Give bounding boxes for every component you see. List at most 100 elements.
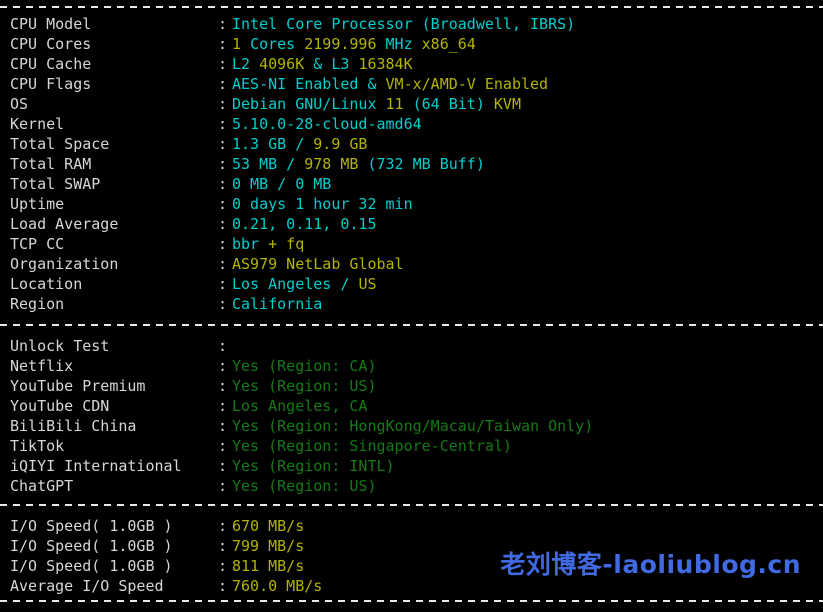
row-label: Total SWAP bbox=[0, 174, 218, 194]
separator-bottom bbox=[0, 600, 823, 602]
row-colon: : bbox=[218, 174, 232, 194]
row-value: Los Angeles, CA bbox=[232, 396, 367, 416]
row-colon: : bbox=[218, 74, 232, 94]
value-segment: VM-x/AMD-V Enabled bbox=[386, 75, 549, 93]
info-row: Netflix:Yes (Region: CA) bbox=[0, 356, 823, 376]
info-row: YouTube CDN:Los Angeles, CA bbox=[0, 396, 823, 416]
row-value: 53 MB / 978 MB (732 MB Buff) bbox=[232, 154, 485, 174]
row-colon: : bbox=[218, 576, 232, 596]
row-value: 1.3 GB / 9.9 GB bbox=[232, 134, 367, 154]
row-label: I/O Speed( 1.0GB ) bbox=[0, 556, 218, 576]
row-label: iQIYI International bbox=[0, 456, 218, 476]
value-segment: 53 MB / bbox=[232, 155, 304, 173]
value-segment: (732 MB Buff) bbox=[367, 155, 484, 173]
value-segment: Yes (Region: US) bbox=[232, 477, 377, 495]
row-colon: : bbox=[218, 336, 232, 356]
value-segment: 2199.996 bbox=[304, 35, 385, 53]
row-label: ChatGPT bbox=[0, 476, 218, 496]
row-value: Yes (Region: US) bbox=[232, 376, 377, 396]
row-value: 799 MB/s bbox=[232, 536, 304, 556]
value-segment: US bbox=[358, 275, 376, 293]
row-label: Unlock Test bbox=[0, 336, 218, 356]
value-segment: (64 Bit) bbox=[413, 95, 494, 113]
row-label: TCP CC bbox=[0, 234, 218, 254]
info-row: Organization:AS979 NetLab Global bbox=[0, 254, 823, 274]
info-row: Total RAM:53 MB / 978 MB (732 MB Buff) bbox=[0, 154, 823, 174]
info-row: Load Average:0.21, 0.11, 0.15 bbox=[0, 214, 823, 234]
info-row: CPU Cores:1 Cores 2199.996 MHz x86_64 bbox=[0, 34, 823, 54]
separator-unlock bbox=[0, 324, 823, 326]
row-label: Organization bbox=[0, 254, 218, 274]
row-value: Yes (Region: Singapore-Central) bbox=[232, 436, 512, 456]
row-value: bbr + fq bbox=[232, 234, 304, 254]
separator-line bbox=[0, 600, 823, 602]
info-row: ChatGPT:Yes (Region: US) bbox=[0, 476, 823, 496]
value-segment: 4096K bbox=[259, 55, 313, 73]
info-row: Total SWAP:0 MB / 0 MB bbox=[0, 174, 823, 194]
separator-top bbox=[0, 6, 823, 8]
system-info-section: CPU Model:Intel Core Processor (Broadwel… bbox=[0, 14, 823, 314]
value-segment: Los Angeles, CA bbox=[232, 397, 367, 415]
info-row: Total Space:1.3 GB / 9.9 GB bbox=[0, 134, 823, 154]
value-segment: 1.3 GB / bbox=[232, 135, 313, 153]
row-value: Yes (Region: HongKong/Macau/Taiwan Only) bbox=[232, 416, 593, 436]
row-label: CPU Flags bbox=[0, 74, 218, 94]
row-colon: : bbox=[218, 54, 232, 74]
value-segment: KVM bbox=[494, 95, 521, 113]
value-segment: MHz bbox=[386, 35, 422, 53]
row-label: Location bbox=[0, 274, 218, 294]
row-value: 5.10.0-28-cloud-amd64 bbox=[232, 114, 422, 134]
row-label: YouTube CDN bbox=[0, 396, 218, 416]
row-value: Yes (Region: INTL) bbox=[232, 456, 395, 476]
value-segment: 16384K bbox=[358, 55, 412, 73]
info-row: I/O Speed( 1.0GB ):670 MB/s bbox=[0, 516, 823, 536]
row-value: California bbox=[232, 294, 322, 314]
row-colon: : bbox=[218, 114, 232, 134]
info-row: CPU Flags:AES-NI Enabled & VM-x/AMD-V En… bbox=[0, 74, 823, 94]
row-label: BiliBili China bbox=[0, 416, 218, 436]
row-label: Total Space bbox=[0, 134, 218, 154]
info-row: Location:Los Angeles / US bbox=[0, 274, 823, 294]
value-segment: Yes (Region: HongKong/Macau/Taiwan Only) bbox=[232, 417, 593, 435]
row-value: 0.21, 0.11, 0.15 bbox=[232, 214, 377, 234]
row-colon: : bbox=[218, 154, 232, 174]
separator-line bbox=[0, 6, 823, 8]
value-segment: L2 bbox=[232, 55, 259, 73]
value-segment: AS979 NetLab Global bbox=[232, 255, 404, 273]
row-colon: : bbox=[218, 274, 232, 294]
row-colon: : bbox=[218, 234, 232, 254]
row-value: Intel Core Processor (Broadwell, IBRS) bbox=[232, 14, 575, 34]
info-row: Region:California bbox=[0, 294, 823, 314]
row-label: TikTok bbox=[0, 436, 218, 456]
row-colon: : bbox=[218, 134, 232, 154]
value-segment: Yes (Region: Singapore-Central) bbox=[232, 437, 512, 455]
info-row: Kernel:5.10.0-28-cloud-amd64 bbox=[0, 114, 823, 134]
value-segment: 1 bbox=[232, 35, 250, 53]
row-colon: : bbox=[218, 456, 232, 476]
row-colon: : bbox=[218, 376, 232, 396]
separator-line bbox=[0, 504, 823, 506]
terminal-window: CPU Model:Intel Core Processor (Broadwel… bbox=[0, 0, 823, 612]
row-colon: : bbox=[218, 396, 232, 416]
value-segment: 670 MB/s bbox=[232, 517, 304, 535]
row-label: Load Average bbox=[0, 214, 218, 234]
row-label: Average I/O Speed bbox=[0, 576, 218, 596]
row-label: Netflix bbox=[0, 356, 218, 376]
info-row: CPU Cache:L2 4096K & L3 16384K bbox=[0, 54, 823, 74]
info-row: Unlock Test: bbox=[0, 336, 823, 356]
value-segment: AES-NI Enabled & bbox=[232, 75, 386, 93]
info-row: BiliBili China:Yes (Region: HongKong/Mac… bbox=[0, 416, 823, 436]
value-segment: Debian GNU/Linux bbox=[232, 95, 386, 113]
info-row: CPU Model:Intel Core Processor (Broadwel… bbox=[0, 14, 823, 34]
row-colon: : bbox=[218, 94, 232, 114]
separator-io bbox=[0, 504, 823, 506]
row-colon: : bbox=[218, 294, 232, 314]
value-segment: California bbox=[232, 295, 322, 313]
row-value: 760.0 MB/s bbox=[232, 576, 322, 596]
row-label: Region bbox=[0, 294, 218, 314]
value-segment: 811 MB/s bbox=[232, 557, 304, 575]
row-value: Yes (Region: CA) bbox=[232, 356, 377, 376]
value-segment: + fq bbox=[268, 235, 304, 253]
row-colon: : bbox=[218, 14, 232, 34]
value-segment: 11 bbox=[386, 95, 413, 113]
